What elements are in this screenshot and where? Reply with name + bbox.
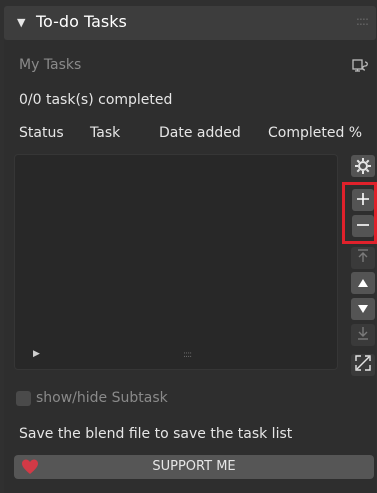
task-list[interactable]: ▶ :::: [14,154,338,370]
column-completed-percent: Completed % [268,125,363,141]
gear-icon[interactable] [351,155,375,177]
todo-panel: ▼ To-do Tasks :::: My Tasks 0/0 task(s) … [0,0,377,493]
support-me-button[interactable]: SUPPORT ME [14,455,374,479]
move-to-top-button[interactable] [351,247,375,269]
drag-grip-icon[interactable]: :::: [356,14,369,28]
column-status: Status [19,125,64,141]
column-task: Task [90,125,121,141]
list-name: My Tasks [19,57,82,73]
panel-title: To-do Tasks [36,12,127,31]
panel-header[interactable]: ▼ To-do Tasks :::: [4,6,376,40]
show-hide-subtask-checkbox[interactable] [16,391,31,406]
list-resize-grip-icon[interactable]: :::: [183,350,192,360]
new-window-icon[interactable] [350,55,372,77]
expand-icon [354,354,372,376]
support-me-label: SUPPORT ME [152,459,236,474]
triangle-down-icon [356,300,370,319]
move-to-top-icon [355,248,371,268]
expand-button[interactable] [351,354,375,376]
add-remove-highlight [342,182,377,244]
move-to-bottom-button[interactable] [351,324,375,346]
progress-text: 0/0 task(s) completed [19,92,173,108]
move-to-bottom-icon [355,325,371,345]
list-expand-triangle-icon[interactable]: ▶ [33,349,40,359]
column-date-added: Date added [159,125,241,141]
show-hide-subtask-label: show/hide Subtask [36,390,168,406]
save-hint-text: Save the blend file to save the task lis… [19,426,293,442]
collapse-triangle-icon[interactable]: ▼ [17,16,25,29]
move-down-button[interactable] [351,298,375,320]
move-up-button[interactable] [351,272,375,294]
triangle-up-icon [356,274,370,293]
